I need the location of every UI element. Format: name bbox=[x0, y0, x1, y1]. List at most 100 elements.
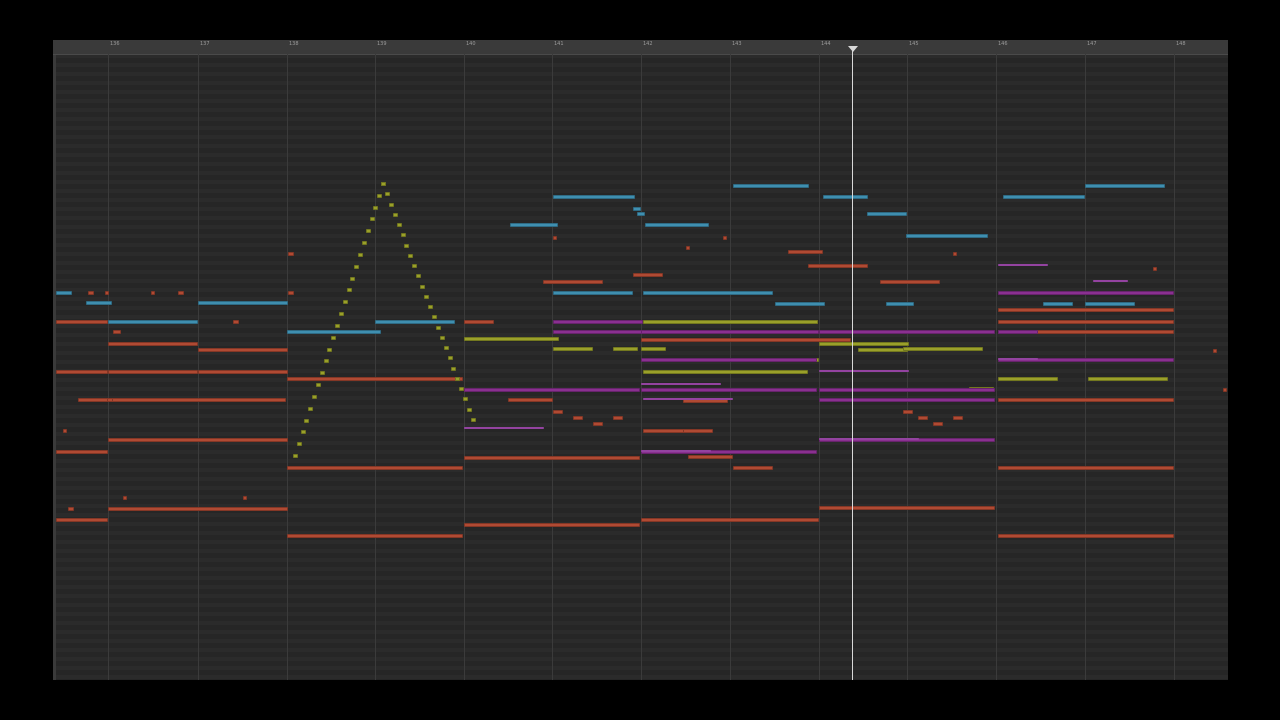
red-midi-note[interactable] bbox=[198, 348, 288, 352]
green-arpeggio-note[interactable] bbox=[338, 312, 344, 317]
pink-midi-note[interactable] bbox=[1093, 280, 1128, 282]
red-midi-note[interactable] bbox=[287, 534, 463, 538]
green-midi-note[interactable] bbox=[643, 370, 808, 374]
green-midi-note[interactable] bbox=[1088, 377, 1168, 381]
red-midi-note[interactable] bbox=[56, 370, 108, 374]
blue-midi-note[interactable] bbox=[1085, 302, 1135, 306]
pink-midi-note[interactable] bbox=[641, 383, 721, 385]
green-midi-note[interactable] bbox=[553, 347, 593, 351]
blue-midi-note[interactable] bbox=[733, 184, 809, 188]
red-midi-note[interactable] bbox=[198, 370, 288, 374]
red-midi-note[interactable] bbox=[613, 416, 623, 420]
purple-midi-note[interactable] bbox=[819, 330, 995, 334]
blue-midi-note[interactable] bbox=[823, 195, 868, 199]
green-arpeggio-note[interactable] bbox=[361, 241, 367, 246]
green-arpeggio-note[interactable] bbox=[435, 325, 441, 330]
red-midi-note[interactable] bbox=[543, 280, 603, 284]
green-arpeggio-note[interactable] bbox=[471, 418, 476, 422]
green-arpeggio-note[interactable] bbox=[412, 264, 418, 269]
red-midi-note[interactable] bbox=[56, 320, 108, 324]
red-midi-note[interactable] bbox=[288, 291, 294, 295]
green-arpeggio-note[interactable] bbox=[312, 394, 318, 399]
red-midi-note[interactable] bbox=[880, 280, 940, 284]
green-arpeggio-note[interactable] bbox=[396, 223, 402, 228]
green-arpeggio-note[interactable] bbox=[346, 288, 352, 293]
red-midi-note[interactable] bbox=[733, 466, 773, 470]
red-midi-note[interactable] bbox=[56, 450, 108, 454]
green-arpeggio-note[interactable] bbox=[467, 407, 473, 412]
green-arpeggio-note[interactable] bbox=[451, 366, 457, 371]
red-midi-note[interactable] bbox=[998, 398, 1174, 402]
green-arpeggio-note[interactable] bbox=[323, 359, 329, 364]
blue-midi-note[interactable] bbox=[553, 195, 635, 199]
blue-midi-note[interactable] bbox=[867, 212, 907, 216]
purple-midi-note[interactable] bbox=[819, 388, 995, 392]
green-arpeggio-note[interactable] bbox=[431, 315, 437, 320]
green-arpeggio-note[interactable] bbox=[358, 252, 364, 257]
pink-midi-note[interactable] bbox=[819, 370, 909, 372]
playhead-marker[interactable] bbox=[848, 46, 858, 52]
red-midi-note[interactable] bbox=[287, 377, 463, 381]
blue-midi-note[interactable] bbox=[886, 302, 914, 306]
red-midi-note[interactable] bbox=[553, 236, 557, 240]
red-midi-note[interactable] bbox=[686, 246, 690, 250]
blue-midi-note[interactable] bbox=[637, 212, 645, 216]
red-midi-note[interactable] bbox=[105, 291, 109, 295]
red-midi-note[interactable] bbox=[643, 429, 688, 433]
green-arpeggio-note[interactable] bbox=[354, 264, 360, 269]
purple-midi-note[interactable] bbox=[464, 388, 640, 392]
green-arpeggio-note[interactable] bbox=[392, 212, 398, 217]
pink-midi-note[interactable] bbox=[998, 358, 1038, 360]
blue-midi-note[interactable] bbox=[86, 301, 112, 305]
green-arpeggio-note[interactable] bbox=[404, 243, 410, 248]
green-arpeggio-note[interactable] bbox=[308, 406, 314, 411]
green-arpeggio-note[interactable] bbox=[300, 430, 306, 435]
red-midi-note[interactable] bbox=[573, 416, 583, 420]
red-midi-note[interactable] bbox=[88, 291, 94, 295]
green-arpeggio-note[interactable] bbox=[335, 323, 341, 328]
red-midi-note[interactable] bbox=[933, 422, 943, 426]
red-midi-note[interactable] bbox=[63, 429, 67, 433]
red-midi-note[interactable] bbox=[998, 320, 1174, 324]
green-arpeggio-note[interactable] bbox=[373, 205, 379, 210]
piano-roll-editor[interactable]: 136 137 138 139 140 141 142 143 144 145 146 147 148 bbox=[53, 40, 1228, 680]
green-midi-note[interactable] bbox=[903, 347, 983, 351]
green-midi-note[interactable] bbox=[858, 348, 908, 352]
purple-midi-note[interactable] bbox=[641, 358, 817, 362]
red-midi-note[interactable] bbox=[641, 518, 819, 522]
purple-midi-note[interactable] bbox=[998, 291, 1174, 295]
red-midi-note[interactable] bbox=[178, 291, 184, 295]
green-midi-note[interactable] bbox=[643, 320, 818, 324]
red-midi-note[interactable] bbox=[953, 416, 963, 420]
red-midi-note[interactable] bbox=[108, 398, 286, 402]
purple-midi-note[interactable] bbox=[641, 330, 819, 334]
red-midi-note[interactable] bbox=[918, 416, 928, 420]
green-arpeggio-note[interactable] bbox=[331, 335, 337, 340]
green-arpeggio-note[interactable] bbox=[296, 442, 302, 447]
purple-midi-note[interactable] bbox=[641, 388, 817, 392]
red-midi-note[interactable] bbox=[288, 252, 294, 256]
purple-midi-note[interactable] bbox=[819, 398, 995, 402]
red-midi-note[interactable] bbox=[788, 250, 823, 254]
green-arpeggio-note[interactable] bbox=[455, 376, 461, 381]
red-midi-note[interactable] bbox=[464, 456, 640, 460]
red-midi-note[interactable] bbox=[819, 506, 995, 510]
notes-layer[interactable] bbox=[53, 40, 1228, 680]
green-arpeggio-note[interactable] bbox=[439, 335, 445, 340]
green-arpeggio-note[interactable] bbox=[400, 233, 406, 238]
green-arpeggio-note[interactable] bbox=[319, 371, 325, 376]
green-arpeggio-note[interactable] bbox=[388, 202, 394, 207]
pink-midi-note[interactable] bbox=[641, 450, 711, 452]
blue-midi-note[interactable] bbox=[775, 302, 825, 306]
red-midi-note[interactable] bbox=[808, 264, 868, 268]
red-midi-note[interactable] bbox=[68, 507, 74, 511]
blue-midi-note[interactable] bbox=[633, 207, 641, 211]
blue-midi-note[interactable] bbox=[1003, 195, 1085, 199]
blue-midi-note[interactable] bbox=[906, 234, 988, 238]
red-midi-note[interactable] bbox=[998, 308, 1174, 312]
green-arpeggio-note[interactable] bbox=[420, 284, 426, 289]
blue-midi-note[interactable] bbox=[198, 301, 288, 305]
blue-midi-note[interactable] bbox=[375, 320, 455, 324]
red-midi-note[interactable] bbox=[113, 330, 121, 334]
green-arpeggio-note[interactable] bbox=[408, 253, 414, 258]
